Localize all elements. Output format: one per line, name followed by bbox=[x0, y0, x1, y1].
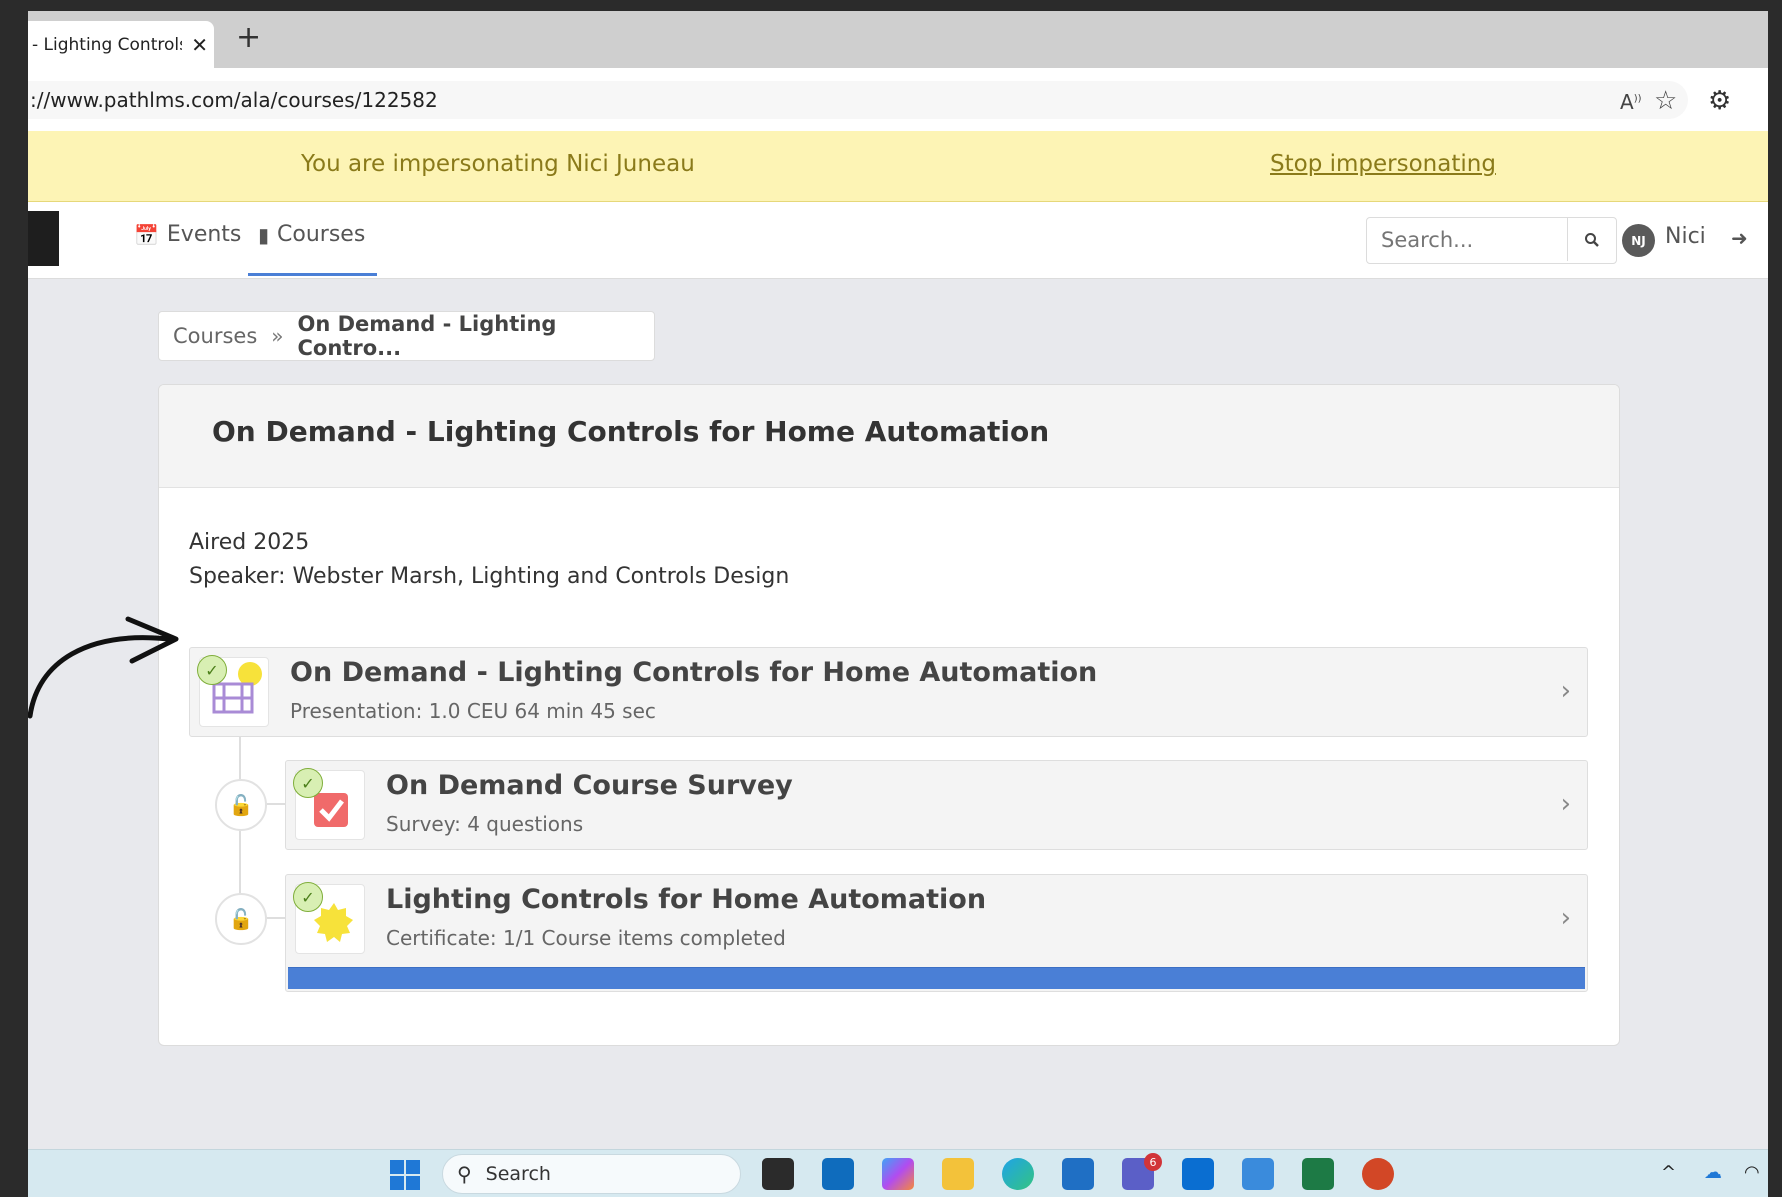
stop-impersonating-link[interactable]: Stop impersonating bbox=[1270, 151, 1496, 177]
nav-events[interactable]: 📅 Events bbox=[134, 222, 241, 247]
powerpoint-icon[interactable] bbox=[1362, 1158, 1394, 1190]
nav-courses[interactable]: ▮ Courses bbox=[258, 222, 365, 247]
impersonation-banner: You are impersonating Nici Juneau Stop i… bbox=[28, 131, 1768, 202]
wifi-icon[interactable]: ◠ bbox=[1744, 1162, 1760, 1183]
extensions-icon[interactable]: ⚙ bbox=[1708, 86, 1731, 116]
browser-tab[interactable]: - Lighting Controls for Home Automation … bbox=[28, 21, 214, 68]
breadcrumb-courses-link[interactable]: Courses bbox=[173, 324, 257, 348]
site-search bbox=[1366, 217, 1617, 264]
read-aloud-icon[interactable]: A)) bbox=[1620, 90, 1642, 114]
tab-title: - Lighting Controls for Home Automation bbox=[32, 34, 182, 55]
dell-icon[interactable] bbox=[1182, 1158, 1214, 1190]
site-nav: 📅 Events ▮ Courses NJ Nici ➜ bbox=[28, 202, 1768, 279]
course-speaker: Speaker: Webster Marsh, Lighting and Con… bbox=[189, 564, 790, 589]
edge-icon[interactable] bbox=[1002, 1158, 1034, 1190]
screen: - Lighting Controls for Home Automation … bbox=[28, 11, 1768, 1197]
completed-check-icon: ✓ bbox=[293, 882, 323, 912]
chevron-right-icon: › bbox=[1560, 676, 1571, 706]
certificate-seal-icon: ✓ bbox=[293, 882, 365, 954]
course-item-presentation[interactable]: ✓ On Demand - Lighting Controls for Home… bbox=[189, 647, 1588, 737]
close-tab-icon[interactable]: ✕ bbox=[191, 33, 208, 57]
course-title: On Demand - Lighting Controls for Home A… bbox=[212, 415, 1050, 448]
taskbar-search-label: Search bbox=[485, 1163, 551, 1185]
breadcrumb-current: On Demand - Lighting Contro... bbox=[297, 312, 557, 360]
teams-notification-badge: 6 bbox=[1144, 1153, 1162, 1171]
course-item-certificate[interactable]: ✓ Lighting Controls for Home Automation … bbox=[285, 874, 1588, 992]
favorite-star-icon[interactable]: ☆ bbox=[1654, 86, 1677, 116]
user-name[interactable]: Nici bbox=[1665, 224, 1706, 249]
windows-start-icon[interactable] bbox=[390, 1160, 420, 1190]
nav-courses-label: Courses bbox=[277, 222, 366, 247]
search-icon bbox=[1585, 232, 1599, 247]
course-header: On Demand - Lighting Controls for Home A… bbox=[159, 385, 1619, 488]
item-title: Lighting Controls for Home Automation bbox=[386, 884, 987, 915]
calendar-icon: 📅 bbox=[134, 222, 159, 247]
item-subtitle: Survey: 4 questions bbox=[386, 812, 584, 836]
windows-taskbar: ⚲ Search 6 ^ ☁ ◠ bbox=[28, 1149, 1768, 1197]
taskbar-search[interactable]: ⚲ Search bbox=[442, 1154, 741, 1194]
nav-events-label: Events bbox=[166, 222, 242, 247]
address-row: ://www.pathlms.com/ala/courses/122582 A)… bbox=[28, 68, 1768, 131]
copilot-icon[interactable] bbox=[882, 1158, 914, 1190]
tray-chevron-up-icon[interactable]: ^ bbox=[1661, 1162, 1676, 1183]
lock-icon: 🔓 bbox=[215, 779, 267, 831]
file-explorer-icon[interactable] bbox=[942, 1158, 974, 1190]
search-button[interactable] bbox=[1567, 218, 1616, 261]
progress-fill bbox=[288, 967, 1585, 989]
teams-icon[interactable]: 6 bbox=[1122, 1153, 1162, 1190]
search-icon: ⚲ bbox=[457, 1162, 472, 1186]
new-tab-button[interactable]: + bbox=[236, 23, 261, 53]
course-card: On Demand - Lighting Controls for Home A… bbox=[158, 384, 1620, 1046]
task-view-icon[interactable] bbox=[762, 1158, 794, 1190]
excel-icon[interactable] bbox=[1302, 1158, 1334, 1190]
item-subtitle: Presentation: 1.0 CEU 64 min 45 sec bbox=[290, 699, 656, 723]
course-aired: Aired 2025 bbox=[189, 530, 310, 555]
book-icon: ▮ bbox=[258, 222, 270, 247]
chevron-right-icon: › bbox=[1560, 789, 1571, 819]
search-input[interactable] bbox=[1367, 218, 1561, 261]
breadcrumb-separator-icon: » bbox=[271, 324, 284, 348]
certificate-progress-bar bbox=[288, 967, 1585, 989]
course-item-survey[interactable]: ✓ On Demand Course Survey Survey: 4 ques… bbox=[285, 760, 1588, 850]
address-bar[interactable]: ://www.pathlms.com/ala/courses/122582 bbox=[28, 81, 1688, 119]
item-subtitle: Certificate: 1/1 Course items completed bbox=[386, 926, 786, 950]
breadcrumb: Courses » On Demand - Lighting Contro... bbox=[158, 311, 655, 361]
impersonation-message: You are impersonating Nici Juneau bbox=[301, 151, 695, 177]
photos-icon[interactable] bbox=[1242, 1158, 1274, 1190]
onedrive-icon[interactable]: ☁ bbox=[1704, 1162, 1722, 1183]
lock-icon: 🔓 bbox=[215, 893, 267, 945]
site-logo[interactable] bbox=[28, 211, 59, 266]
completed-check-icon: ✓ bbox=[293, 768, 323, 798]
film-icon: ✓ bbox=[197, 655, 269, 727]
store-icon[interactable] bbox=[1062, 1158, 1094, 1190]
survey-checkbox-icon: ✓ bbox=[293, 768, 365, 840]
tab-strip: - Lighting Controls for Home Automation … bbox=[28, 11, 1768, 68]
outlook-icon[interactable] bbox=[822, 1158, 854, 1190]
annotation-arrow-icon bbox=[28, 616, 179, 719]
active-nav-underline bbox=[248, 273, 377, 276]
sign-out-icon[interactable]: ➜ bbox=[1731, 226, 1748, 250]
item-title: On Demand Course Survey bbox=[386, 770, 793, 801]
item-title: On Demand - Lighting Controls for Home A… bbox=[290, 657, 1098, 688]
avatar[interactable]: NJ bbox=[1622, 224, 1655, 257]
chevron-right-icon: › bbox=[1560, 903, 1571, 933]
